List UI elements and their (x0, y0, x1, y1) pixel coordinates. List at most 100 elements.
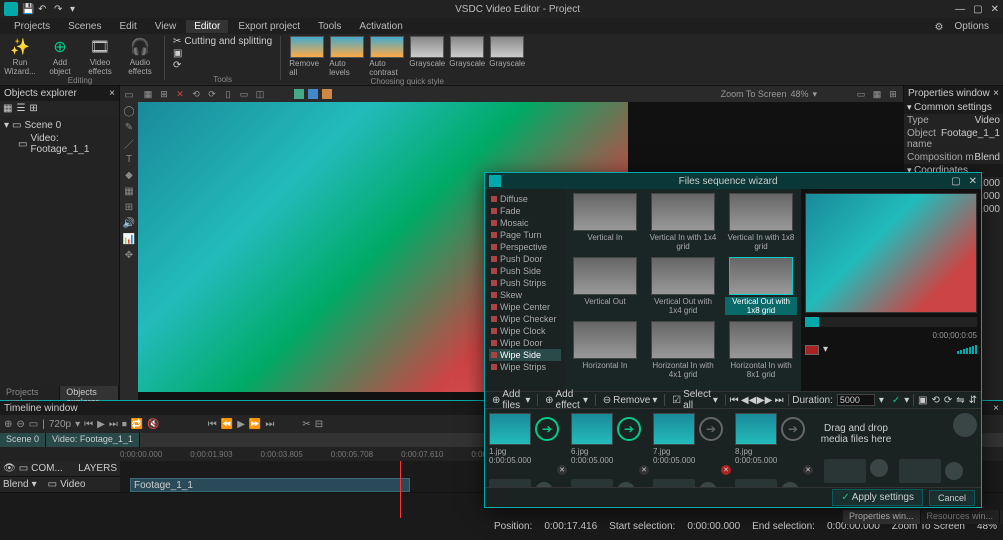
eye-icon[interactable]: 👁 (3, 463, 16, 474)
qat-undo-icon[interactable]: ↶ (38, 4, 48, 14)
close-icon[interactable]: ✕ (991, 4, 999, 15)
file-strip-item[interactable]: ➔6.jpg0:00:05.000 ✕ (571, 413, 649, 483)
color-swatch[interactable] (805, 345, 819, 355)
timeline-tab[interactable]: Video: Footage_1_1 (46, 433, 140, 447)
audio-effects-button[interactable]: 🎧Audio effects (124, 36, 156, 76)
effect-list-item[interactable]: Push Side (489, 265, 561, 277)
effect-list-item[interactable]: Page Turn (489, 229, 561, 241)
stop-icon[interactable]: ⏹ (122, 419, 127, 430)
dialog-titlebar[interactable]: Files sequence wizard ▢ ✕ (485, 173, 981, 189)
transition-cell[interactable]: Vertical In with 1x8 grid (725, 193, 797, 251)
file-remove-icon[interactable]: ✕ (557, 465, 567, 475)
snap-icon[interactable]: ▭ (29, 419, 38, 430)
style-remove-all[interactable]: Remove all (289, 36, 325, 77)
toolbar-icon[interactable]: ⊞ (887, 88, 899, 100)
crop-icon[interactable]: ▣ (918, 394, 927, 406)
rotate-left-icon[interactable]: ⟲ (931, 394, 939, 406)
transition-cell[interactable]: Horizontal In (569, 321, 641, 379)
rotate-right-icon[interactable]: ⟳ (944, 394, 952, 406)
play-icon[interactable]: ▶ (237, 419, 245, 430)
menu-edit[interactable]: Edit (111, 20, 144, 33)
tool-icon[interactable]: ▦ (122, 184, 136, 198)
apply-settings-button[interactable]: ✓Apply settings (832, 489, 923, 506)
style-auto-levels[interactable]: Auto levels (329, 36, 365, 77)
tool-icon[interactable]: ◆ (122, 168, 136, 182)
flip-h-icon[interactable]: ⇋ (956, 394, 964, 406)
flip-v-icon[interactable]: ⇵ (969, 394, 977, 406)
effect-list-item[interactable]: Wipe Center (489, 301, 561, 313)
tool-move-icon[interactable]: ✥ (122, 248, 136, 262)
dialog-close-icon[interactable]: ✕ (969, 176, 977, 187)
toolbar-icon[interactable]: ▦ (3, 103, 12, 114)
add-icon[interactable]: ⊕ (4, 419, 12, 430)
transition-cell[interactable]: Vertical In (569, 193, 641, 251)
zoom-pct[interactable]: 48% (790, 89, 808, 99)
cancel-button[interactable]: Cancel (929, 490, 975, 506)
delete-icon[interactable]: ✕ (174, 88, 186, 100)
style-grayscale-1[interactable]: Grayscale (409, 36, 445, 77)
tool-text-icon[interactable]: T (122, 152, 136, 166)
file-remove-icon[interactable]: ✕ (803, 465, 813, 475)
next-icon[interactable]: ▶▶ (759, 394, 771, 406)
tree-scene-node[interactable]: ▾▭Scene 0 (4, 119, 115, 132)
maximize-icon[interactable]: ▢ (973, 4, 982, 15)
chevron-down-icon[interactable]: ▾ (75, 419, 80, 430)
menu-tools[interactable]: Tools (310, 20, 349, 33)
skip-start-icon[interactable]: ⏮ (730, 394, 739, 406)
tool-icon[interactable]: ／ (122, 136, 136, 150)
prop-row[interactable]: TypeVideo (904, 114, 1003, 127)
panel-close-icon[interactable]: × (993, 88, 999, 99)
forward-icon[interactable]: ⏩ (249, 419, 261, 430)
file-remove-icon[interactable]: ✕ (639, 465, 649, 475)
transition-cell[interactable]: Vertical Out with 1x4 grid (647, 257, 719, 315)
toolbar-icon[interactable]: ▭ (238, 88, 250, 100)
playhead[interactable] (400, 461, 401, 518)
transition-cell[interactable]: Vertical Out with 1x8 grid (725, 257, 797, 315)
file-placeholder[interactable] (735, 479, 777, 487)
skip-end-icon[interactable]: ⏭ (265, 419, 274, 430)
play-icon[interactable]: ▶ (97, 419, 105, 430)
prev-frame-icon[interactable]: ⏮ (84, 419, 93, 430)
run-wizard-button[interactable]: ✨Run Wizard... (4, 36, 36, 76)
file-placeholder[interactable] (489, 479, 531, 487)
swatch-icon[interactable] (308, 89, 318, 99)
chevron-down-icon[interactable]: ▾ (32, 479, 37, 490)
file-strip-item[interactable]: ➔1.jpg0:00:05.000 ✕ (489, 413, 567, 483)
tab-projects-explorer[interactable]: Projects explorer (0, 386, 60, 400)
gear-icon[interactable]: ⚙ (927, 21, 943, 31)
rewind-icon[interactable]: ⏪ (221, 419, 233, 430)
mute-icon[interactable]: 🔇 (147, 419, 159, 430)
preview-scrubber[interactable] (805, 317, 977, 327)
tab-objects-explorer[interactable]: Objects explorer (60, 386, 119, 400)
file-placeholder[interactable] (653, 479, 695, 487)
effect-list-item[interactable]: Wipe Door (489, 337, 561, 349)
qat-save-icon[interactable]: 💾 (22, 4, 32, 14)
toolbar-icon[interactable]: ▯ (222, 88, 234, 100)
style-grayscale-2[interactable]: Grayscale (449, 36, 485, 77)
effect-list-item[interactable]: Skew (489, 289, 561, 301)
file-remove-icon[interactable]: ✕ (721, 465, 731, 475)
tool-icon[interactable]: ▭ (122, 88, 136, 102)
timeline-tab[interactable]: Scene 0 (0, 433, 46, 447)
next-frame-icon[interactable]: ⏭ (109, 419, 118, 430)
toolbar-icon[interactable]: ▦ (142, 88, 154, 100)
menu-projects[interactable]: Projects (6, 20, 58, 33)
chevron-down-icon[interactable]: ▾ (812, 89, 817, 100)
menu-editor[interactable]: Editor (186, 20, 228, 33)
effect-list-item[interactable]: Mosaic (489, 217, 561, 229)
tab-resources[interactable]: Resources win... (921, 510, 1001, 524)
menu-scenes[interactable]: Scenes (60, 20, 109, 33)
tool-row-2[interactable]: ▣ (173, 48, 272, 59)
cutting-splitting-button[interactable]: ✂Cutting and splitting (173, 36, 272, 47)
swatch-icon[interactable] (294, 89, 304, 99)
chevron-down-icon[interactable]: ▾ (879, 395, 884, 406)
file-strip-item[interactable]: ➔7.jpg0:00:05.000 ✕ (653, 413, 731, 483)
menu-activation[interactable]: Activation (351, 20, 410, 33)
transition-cell[interactable]: Horizontal In with 4x1 grid (647, 321, 719, 379)
toolbar-icon[interactable]: ◫ (254, 88, 266, 100)
effect-list-item[interactable]: Push Door (489, 253, 561, 265)
chevron-down-icon[interactable]: ▾ (823, 344, 828, 355)
tool-icon[interactable]: ⊞ (122, 200, 136, 214)
tree-video-node[interactable]: ▭Video: Footage_1_1 (4, 132, 115, 156)
drop-zone[interactable]: Drag and drop media files here (817, 413, 895, 483)
